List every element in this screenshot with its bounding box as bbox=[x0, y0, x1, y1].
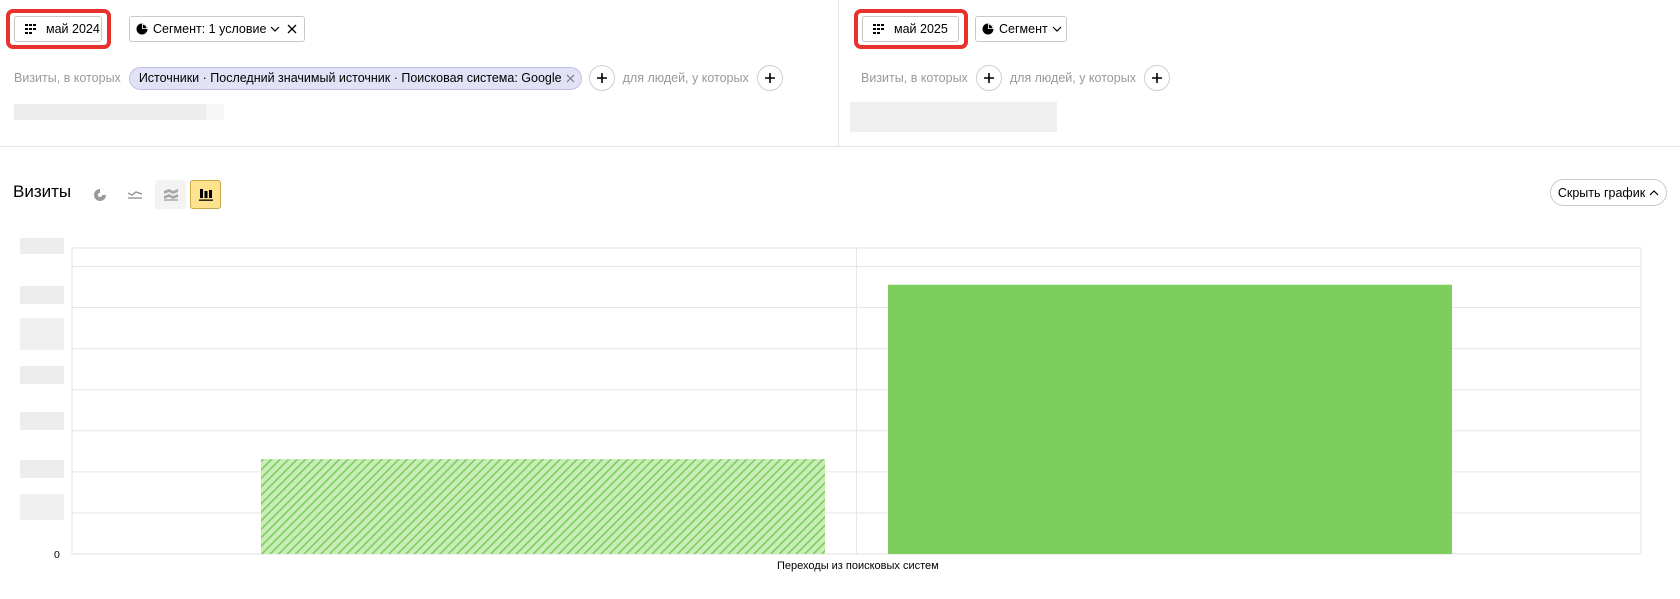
y-tick-obscured bbox=[20, 494, 64, 520]
chip-close-icon[interactable] bbox=[566, 74, 575, 83]
people-label-left: для людей, у которых bbox=[622, 71, 749, 85]
date-button-left[interactable]: май 2024 bbox=[14, 16, 102, 42]
hide-chart-label: Скрыть график bbox=[1557, 185, 1646, 200]
date-button-right[interactable]: май 2025 bbox=[862, 16, 959, 42]
y-tick-obscured bbox=[20, 366, 64, 384]
add-people-condition-button[interactable] bbox=[756, 65, 783, 91]
plus-icon bbox=[1151, 72, 1163, 84]
people-label-right: для людей, у которых bbox=[1009, 71, 1136, 85]
y-tick-obscured bbox=[20, 286, 64, 304]
obscured-summary-left bbox=[14, 104, 206, 120]
calendar-grid-icon bbox=[25, 24, 38, 34]
plot-frame bbox=[71, 247, 1642, 555]
header-divider bbox=[0, 146, 1680, 147]
segment-button-left[interactable]: Сегмент: 1 условие bbox=[129, 16, 281, 42]
obscured-summary-left-tail bbox=[206, 104, 224, 120]
add-people-condition-button-right[interactable] bbox=[1143, 65, 1170, 91]
x-category-label: Переходы из поисковых систем bbox=[777, 560, 939, 572]
calendar-grid-icon bbox=[873, 24, 886, 34]
stacked-area-icon bbox=[163, 188, 179, 202]
segment-label-right: Сегмент bbox=[999, 22, 1048, 36]
bar-chart-icon bbox=[198, 188, 213, 201]
chart-title: Визиты bbox=[13, 182, 72, 201]
plus-icon bbox=[596, 72, 608, 84]
plus-icon bbox=[983, 72, 995, 84]
hide-chart-button[interactable]: Скрыть график bbox=[1550, 179, 1667, 206]
obscured-summary-right bbox=[850, 102, 1057, 132]
segment-button-right[interactable]: Сегмент bbox=[975, 16, 1067, 42]
segment-label-left: Сегмент: 1 условие bbox=[153, 22, 267, 36]
add-visit-condition-button-right[interactable] bbox=[975, 65, 1002, 91]
chevron-up-icon bbox=[1649, 189, 1659, 196]
chevron-down-icon bbox=[270, 26, 280, 32]
condition-chip[interactable]: Источники · Последний значимый источник … bbox=[128, 66, 582, 90]
plus-icon bbox=[764, 72, 776, 84]
panel-divider bbox=[838, 0, 839, 147]
chart-type-pie[interactable] bbox=[84, 180, 115, 209]
chart-type-stacked-area[interactable] bbox=[155, 180, 186, 209]
y-tick-obscured bbox=[20, 412, 64, 430]
pie-segment-icon bbox=[136, 23, 148, 35]
chevron-down-icon bbox=[1052, 26, 1062, 32]
close-icon bbox=[287, 24, 297, 34]
visits-label-right: Визиты, в которых bbox=[861, 71, 968, 85]
y-tick-obscured bbox=[20, 460, 64, 478]
date-label-right: май 2025 bbox=[894, 22, 948, 36]
condition-row-left: Визиты, в которых Источники · Последний … bbox=[14, 65, 783, 91]
condition-row-right: Визиты, в которых для людей, у которых bbox=[861, 65, 1170, 91]
date-label-left: май 2024 bbox=[46, 22, 100, 36]
y-tick-obscured bbox=[20, 318, 64, 350]
condition-chip-text: Источники · Последний значимый источник … bbox=[138, 71, 562, 85]
segment-remove-button[interactable] bbox=[280, 16, 305, 42]
add-visit-condition-button[interactable] bbox=[588, 65, 615, 91]
chart-type-bar[interactable] bbox=[190, 180, 221, 209]
y-tick-zero: 0 bbox=[54, 549, 60, 561]
chart-type-line[interactable] bbox=[119, 180, 150, 209]
bar-previous-period[interactable] bbox=[261, 459, 825, 554]
pie-segment-icon bbox=[982, 23, 994, 35]
y-tick-obscured bbox=[20, 238, 64, 254]
line-chart-icon bbox=[127, 189, 143, 201]
visits-label-left: Визиты, в которых bbox=[14, 71, 121, 85]
bar-current-period[interactable] bbox=[888, 284, 1452, 554]
pie-chart-icon bbox=[93, 188, 107, 202]
